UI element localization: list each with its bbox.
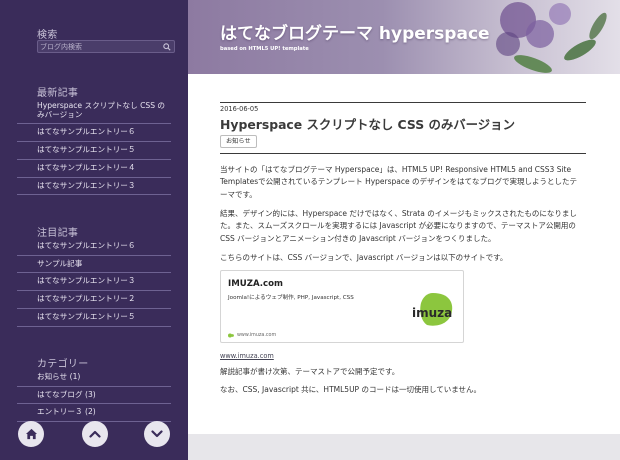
featured-post-item[interactable]: サンプル記事 <box>17 256 171 274</box>
imuza-logo-icon: imuza <box>412 293 452 326</box>
site-link[interactable]: www.imuza.com <box>220 352 274 360</box>
category-item[interactable]: お知らせ (1) <box>17 369 171 387</box>
recent-posts-list: Hyperspace スクリプトなし CSS のみバージョン はてなサンプルエン… <box>17 98 171 196</box>
scroll-down-button[interactable] <box>144 421 170 447</box>
category-heading: カテゴリー <box>37 359 89 370</box>
article: 2016-06-05 Hyperspace スクリプトなし CSS のみバージョ… <box>188 74 620 434</box>
category-item[interactable]: エントリー３ (2) <box>17 404 171 423</box>
featured-post-item[interactable]: はてなサンプルエントリー３ <box>17 273 171 292</box>
chevron-down-icon <box>151 430 163 438</box>
recent-posts-heading: 最新記事 <box>37 88 79 99</box>
header-banner: はてなブログテーマ hyperspace based on HTML5 UP! … <box>188 0 620 74</box>
logo-text: imuza <box>412 306 452 320</box>
category-item[interactable]: はてなブログ (3) <box>17 387 171 405</box>
featured-posts-heading: 注目記事 <box>37 228 79 239</box>
home-button[interactable] <box>18 421 44 447</box>
recent-post-item[interactable]: はてなサンプルエントリー４ <box>17 160 171 178</box>
featured-post-item[interactable]: はてなサンプルエントリー６ <box>17 238 171 256</box>
search-box[interactable] <box>37 40 175 53</box>
paragraph: 当サイトの「はてなブログテーマ Hyperspace」は、HTML5 UP! R… <box>220 165 577 199</box>
title-divider <box>220 153 586 154</box>
favicon-icon <box>228 333 234 338</box>
site-title[interactable]: はてなブログテーマ hyperspace <box>220 19 490 44</box>
post-title[interactable]: Hyperspace スクリプトなし CSS のみバージョン <box>220 115 515 133</box>
home-icon <box>25 428 37 440</box>
footer-band <box>188 434 620 460</box>
search-input[interactable] <box>40 41 158 52</box>
featured-posts-list: はてなサンプルエントリー６ サンプル記事 はてなサンプルエントリー３ はてなサン… <box>17 238 171 327</box>
embed-title[interactable]: IMUZA.com <box>228 279 283 289</box>
recent-post-item[interactable]: Hyperspace スクリプトなし CSS のみバージョン <box>17 98 171 125</box>
site-subtitle: based on HTML5 UP! template <box>220 46 309 52</box>
featured-post-item[interactable]: はてなサンプルエントリー５ <box>17 309 171 327</box>
scroll-up-button[interactable] <box>82 421 108 447</box>
link-embed-card[interactable]: IMUZA.com Joomla!によるウェブ制作, PHP, Javascri… <box>220 270 464 343</box>
paragraph: なお、CSS, Javascript 共に、HTML5UP のコードは一切使用し… <box>220 385 482 394</box>
top-divider <box>220 102 586 103</box>
category-list: お知らせ (1) はてなブログ (3) エントリー３ (2) <box>17 369 171 423</box>
recent-post-item[interactable]: はてなサンプルエントリー５ <box>17 142 171 160</box>
embed-description: Joomla!によるウェブ制作, PHP, Javascript, CSS <box>228 295 354 301</box>
chevron-up-icon <box>89 430 101 438</box>
recent-post-item[interactable]: はてなサンプルエントリー３ <box>17 178 171 196</box>
paragraph: こちらのサイトは、CSS バージョンで、Javascript バージョンは以下の… <box>220 253 508 262</box>
search-heading: 検索 <box>37 30 58 41</box>
sidebar: 検索 最新記事 Hyperspace スクリプトなし CSS のみバージョン は… <box>0 0 188 460</box>
post-date[interactable]: 2016-06-05 <box>220 105 258 113</box>
embed-url: www.imuza.com <box>237 333 277 338</box>
recent-post-item[interactable]: はてなサンプルエントリー６ <box>17 124 171 143</box>
paragraph: 結果、デザイン的には、Hyperspace だけではなく、Strata のイメー… <box>220 209 577 243</box>
paragraph: 解説記事が書け次第、テーマストアで公開予定です。 <box>220 367 400 376</box>
featured-post-item[interactable]: はてなサンプルエントリー２ <box>17 291 171 309</box>
search-icon[interactable] <box>163 43 171 51</box>
category-tag-button[interactable]: お知らせ <box>220 135 257 148</box>
